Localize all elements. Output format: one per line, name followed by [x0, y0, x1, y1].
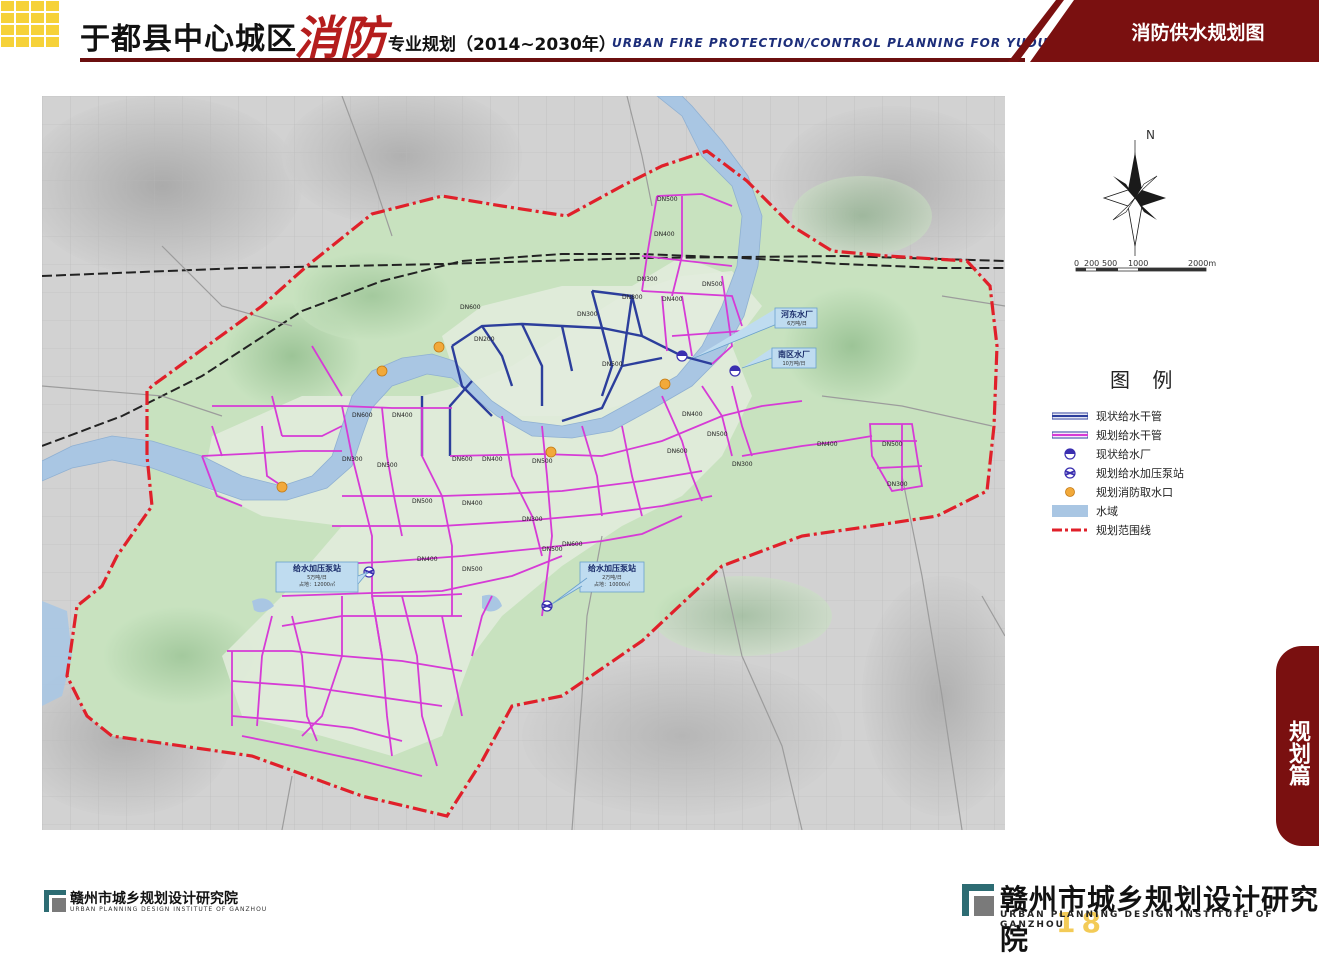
legend-label: 水域: [1096, 505, 1118, 518]
fire-intake-point: [376, 365, 388, 377]
pipe-diameter-label: DN300: [732, 461, 753, 468]
pump-south-area: 占地：10000㎡: [594, 582, 630, 588]
legend-label: 规划范围线: [1096, 524, 1151, 537]
pipe-diameter-label: DN300: [637, 276, 658, 283]
map-svg: [42, 96, 1005, 830]
pipe-diameter-label: DN500: [412, 498, 433, 505]
header-sheet-banner: 消防供水规划图: [1008, 0, 1319, 62]
legend-item-existing-main: 现状给水干管: [1052, 408, 1282, 424]
pipe-diameter-label: DN500: [542, 546, 563, 553]
pipe-diameter-label: DN500: [882, 441, 903, 448]
pump-south-name: 给水加压泵站: [588, 564, 636, 573]
header-grid-logo: [0, 0, 64, 48]
pipe-diameter-label: DN200: [474, 336, 495, 343]
hedong-plant-name: 河东水厂: [781, 310, 813, 319]
hedong-plant-label: 河东水厂 6万吨/日: [777, 309, 817, 327]
pipe-diameter-label: DN300: [342, 456, 363, 463]
pump-station-south-marker: [541, 600, 553, 612]
scale-tick-label: 500: [1102, 259, 1118, 268]
legend-item-existing-plant: 现状给水厂: [1052, 446, 1282, 462]
nanqu-plant-label: 南区水厂 10万吨/日: [773, 349, 815, 367]
pipe-diameter-label: DN500: [602, 361, 623, 368]
pipe-diameter-label: DN600: [352, 412, 373, 419]
pump-west-area: 占地：12000㎡: [299, 582, 335, 588]
pump-south-capacity: 2万吨/日: [602, 575, 622, 581]
scale-tick-label: 1000: [1128, 259, 1149, 268]
pipe-diameter-label: DN500: [377, 462, 398, 469]
pipe-diameter-label: DN400: [662, 296, 683, 303]
scale-tick-label: 2000m: [1188, 259, 1217, 268]
pipe-diameter-label: DN500: [462, 566, 483, 573]
legend-half-circle-icon: [1064, 448, 1076, 460]
pipe-diameter-label: DN300: [577, 311, 598, 318]
legend-dot-icon: [1065, 487, 1075, 497]
header-title: 于都县中心城区: [80, 22, 297, 57]
pipe-diameter-label: DN500: [532, 458, 553, 465]
pipe-diameter-label: DN400: [462, 500, 483, 507]
pipe-diameter-label: DN600: [460, 304, 481, 311]
footer-institute-name: 赣州市城乡规划设计研究院: [70, 891, 238, 907]
pump-west-capacity: 5万吨/日: [307, 575, 327, 581]
compass-rose-icon: [1102, 140, 1166, 256]
institute-logo-icon: [44, 890, 66, 912]
legend-title: 图 例: [1110, 368, 1181, 392]
legend-area-icon: [1052, 505, 1088, 517]
header: 于都县中心城区 消防 专业规划（2014~2030年） URBAN FIRE P…: [0, 0, 1319, 65]
pipe-diameter-label: DN400: [417, 556, 438, 563]
legend-line-icon: [1052, 431, 1088, 439]
footer-institute-name-en: URBAN PLANNING DESIGN INSTITUTE OF GANZH…: [70, 906, 268, 913]
pipe-diameter-label: DN800: [622, 294, 643, 301]
pipe-diameter-label: DN600: [562, 541, 583, 548]
map-area[interactable]: 河东水厂 6万吨/日 南区水厂 10万吨/日 给水加压泵站 5万吨/日 占地：1…: [42, 96, 1005, 830]
legend-label: 规划消防取水口: [1096, 486, 1173, 499]
pipe-diameter-label: DN500: [657, 196, 678, 203]
legend-item-boundary: 规划范围线: [1052, 522, 1282, 538]
pipe-diameter-label: DN400: [392, 412, 413, 419]
pipe-diameter-label: DN300: [887, 481, 908, 488]
institute-logo-large-icon: [962, 884, 994, 916]
pipe-diameter-label: DN400: [682, 411, 703, 418]
side-tab-label: 规划篇: [1285, 720, 1310, 786]
fire-intake-point: [433, 341, 445, 353]
header-subtitle: 专业规划（2014~2030年）: [388, 35, 616, 55]
fire-intake-point: [276, 481, 288, 493]
pipe-diameter-label: DN400: [482, 456, 503, 463]
legend-item-fire-intake: 规划消防取水口: [1052, 484, 1282, 500]
pipe-diameter-label: DN300: [522, 516, 543, 523]
nanqu-plant-capacity: 10万吨/日: [782, 361, 806, 367]
pipe-diameter-label: DN600: [452, 456, 473, 463]
header-underline: [80, 58, 1025, 62]
pipe-diameter-label: DN500: [702, 281, 723, 288]
pipe-diameter-label: DN400: [817, 441, 838, 448]
legend-item-water: 水域: [1052, 503, 1282, 519]
plant-nanqu-marker: [729, 365, 741, 377]
fire-intake-point: [659, 378, 671, 390]
fire-intake-point: [545, 446, 557, 458]
pump-west-name: 给水加压泵站: [293, 564, 341, 573]
scale-tick-label: 200: [1084, 259, 1100, 268]
pump-south-label: 给水加压泵站 2万吨/日 占地：10000㎡: [581, 563, 643, 588]
legend-label: 规划给水加压泵站: [1096, 467, 1184, 480]
legend-label: 规划给水干管: [1096, 429, 1162, 442]
scale-tick-label: 0: [1074, 259, 1080, 268]
hedong-plant-capacity: 6万吨/日: [787, 321, 807, 327]
legend-item-pump-station: 规划给水加压泵站: [1052, 465, 1282, 481]
legend-item-planned-main: 规划给水干管: [1052, 427, 1282, 443]
pipe-diameter-label: DN500: [707, 431, 728, 438]
legend-label: 现状给水厂: [1096, 448, 1151, 461]
pipe-diameter-label: DN400: [654, 231, 675, 238]
pump-west-label: 给水加压泵站 5万吨/日 占地：12000㎡: [277, 563, 357, 588]
pipe-diameter-label: DN600: [667, 448, 688, 455]
nanqu-plant-name: 南区水厂: [778, 350, 810, 359]
legend-label: 现状给水干管: [1096, 410, 1162, 423]
footer-institute-name-large-en: URBAN PLANNING DESIGN INSTITUTE OF GANZH…: [1000, 910, 1274, 930]
legend-pump-icon: [1064, 467, 1076, 479]
sheet-title: 消防供水规划图: [1131, 22, 1265, 44]
legend-dash-dot-icon: [1052, 528, 1088, 532]
legend-line-icon: [1052, 412, 1088, 420]
plant-hedong-marker: [676, 350, 688, 362]
